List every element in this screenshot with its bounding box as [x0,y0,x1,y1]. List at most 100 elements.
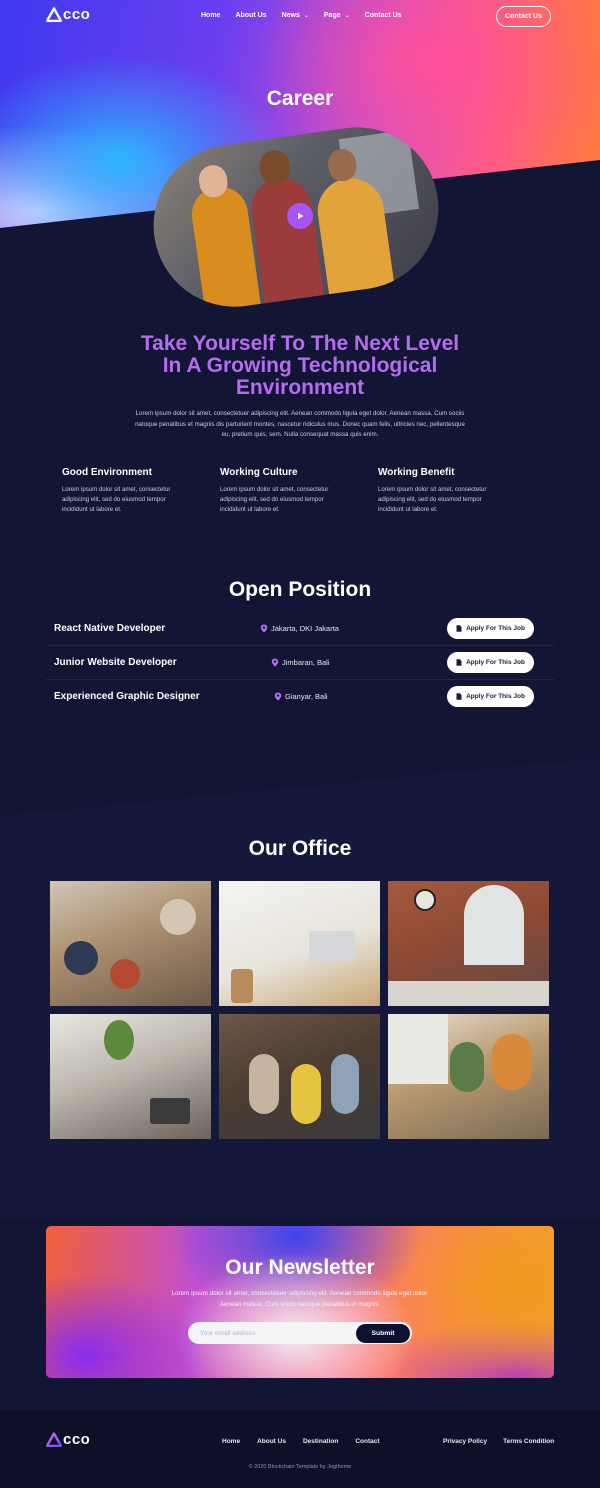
newsletter-text: Lorem ipsum dolor sit amet, consectetuer… [171,1290,429,1308]
nav-home-label: Home [201,12,221,19]
newsletter-title: Our Newsletter [225,1256,375,1279]
footer: cco Home About Us Destination Contact Pr… [0,1411,600,1488]
email-field[interactable] [200,1322,350,1344]
apply-job-button[interactable]: Apply For This Job [447,618,534,639]
photo-detail [231,969,253,1003]
newsletter-card: Our Newsletter Lorem ipsum dolor sit ame… [46,1226,554,1378]
newsletter-form: Submit [188,1322,412,1344]
feature-item: Working Benefit Lorem ipsum dolor sit am… [378,467,536,515]
photo-detail [388,981,549,1006]
photo-detail [160,899,196,935]
nav-contact[interactable]: Contact Us [365,12,402,19]
photo-detail [291,1064,321,1124]
desk-workspace-photo[interactable] [219,881,380,1006]
footer-link-home[interactable]: Home [222,1438,240,1445]
page-title: Career [266,87,334,110]
intro-heading-line: In A Growing Technological [162,354,438,377]
position-location: Gianyar, Bali [274,692,328,701]
logo-icon [46,7,62,22]
footer-nav: Home About Us Destination Contact [222,1438,380,1445]
nav-news[interactable]: News ⌄ [282,12,309,19]
play-video-button[interactable] [287,203,313,229]
chevron-down-icon: ⌄ [303,13,309,19]
logo[interactable]: cco [46,6,90,23]
apply-job-label: Apply For This Job [466,693,525,700]
photo-detail [104,1020,134,1060]
location-pin-icon [260,624,268,633]
intro-paragraph: Lorem ipsum dolor sit amet, consectetuer… [135,410,465,438]
location-pin-icon [271,658,279,667]
photo-detail [414,889,436,911]
position-row: Experienced Graphic Designer Gianyar, Ba… [46,680,554,714]
coworking-space-photo[interactable] [50,1014,211,1139]
photo-detail [464,885,524,965]
photo-person [247,174,326,312]
play-icon [298,212,304,220]
intro-heading: Take Yourself To The Next Level In A Gro… [0,333,600,399]
photo-detail [309,931,355,961]
position-title: Junior Website Developer [54,657,177,668]
photo-detail [331,1054,359,1114]
feature-title: Good Environment [62,467,152,478]
photo-detail [150,1098,190,1124]
nav-contact-label: Contact Us [364,12,402,19]
feature-text: Lorem ipsum dolor sit amet, consectetur … [220,486,329,513]
feature-item: Working Culture Lorem ipsum dolor sit am… [220,467,378,515]
nav-links: Home About Us News ⌄ Page ⌄ Contact Us [201,12,417,19]
intro-heading-line: Take Yourself To The Next Level [140,332,460,355]
position-title: React Native Developer [54,623,166,634]
position-list: React Native Developer Jakarta, DKI Jaka… [46,612,554,714]
team-celebration-photo[interactable] [219,1014,380,1139]
position-location: Jakarta, DKI Jakarta [260,624,339,633]
footer-legal: Privacy Policy Terms Condition [443,1438,554,1445]
location-pin-icon [274,692,282,701]
logo-icon [46,1432,62,1447]
nav-about-label: About Us [235,12,267,19]
apply-job-button[interactable]: Apply For This Job [447,686,534,707]
feature-title: Working Culture [220,467,298,478]
position-location-text: Jakarta, DKI Jakarta [271,624,339,633]
our-office-title: Our Office [248,837,352,860]
document-icon [456,693,462,700]
apply-job-label: Apply For This Job [466,659,525,666]
contact-us-button[interactable]: Contact Us [496,6,551,27]
document-icon [456,625,462,632]
footer-link-destination[interactable]: Destination [303,1438,338,1445]
photo-detail [249,1054,279,1114]
logo-text: cco [63,1431,91,1448]
logo-text: cco [63,6,91,23]
footer-link-about[interactable]: About Us [257,1438,286,1445]
nav-home[interactable]: Home [201,12,220,19]
chevron-down-icon: ⌄ [344,13,350,19]
submit-button[interactable]: Submit [356,1323,410,1343]
position-location-text: Gianyar, Bali [285,692,328,701]
apply-job-button[interactable]: Apply For This Job [447,652,534,673]
photo-detail [110,959,140,989]
nav-page[interactable]: Page ⌄ [324,12,350,19]
nav-page-label: Page [323,12,341,19]
position-title: Experienced Graphic Designer [54,691,200,702]
top-navigation: cco Home About Us News ⌄ Page ⌄ Contact Us… [0,0,600,32]
position-location: Jimbaran, Bali [271,658,330,667]
office-gallery [50,881,550,1139]
photo-detail [450,1042,484,1092]
open-position-title: Open Position [228,578,372,601]
privacy-policy-link[interactable]: Privacy Policy [443,1438,487,1445]
brick-office-photo[interactable] [388,881,549,1006]
document-icon [456,659,462,666]
feature-text: Lorem ipsum dolor sit amet, consectetur … [378,486,487,513]
footer-logo[interactable]: cco [46,1431,90,1448]
feature-title: Working Benefit [378,467,455,478]
intro-heading-line: Environment [235,376,365,399]
position-row: Junior Website Developer Jimbaran, Bali … [46,646,554,680]
feature-list: Good Environment Lorem ipsum dolor sit a… [62,467,542,515]
team-discussion-photo[interactable] [388,1014,549,1139]
nav-about[interactable]: About Us [235,12,266,19]
terms-condition-link[interactable]: Terms Condition [503,1438,554,1445]
footer-link-contact[interactable]: Contact [355,1438,379,1445]
nav-news-label: News [281,12,300,19]
feature-text: Lorem ipsum dolor sit amet, consectetur … [62,486,171,513]
photo-detail [388,1014,448,1084]
team-meeting-photo[interactable] [50,881,211,1006]
feature-item: Good Environment Lorem ipsum dolor sit a… [62,467,220,515]
